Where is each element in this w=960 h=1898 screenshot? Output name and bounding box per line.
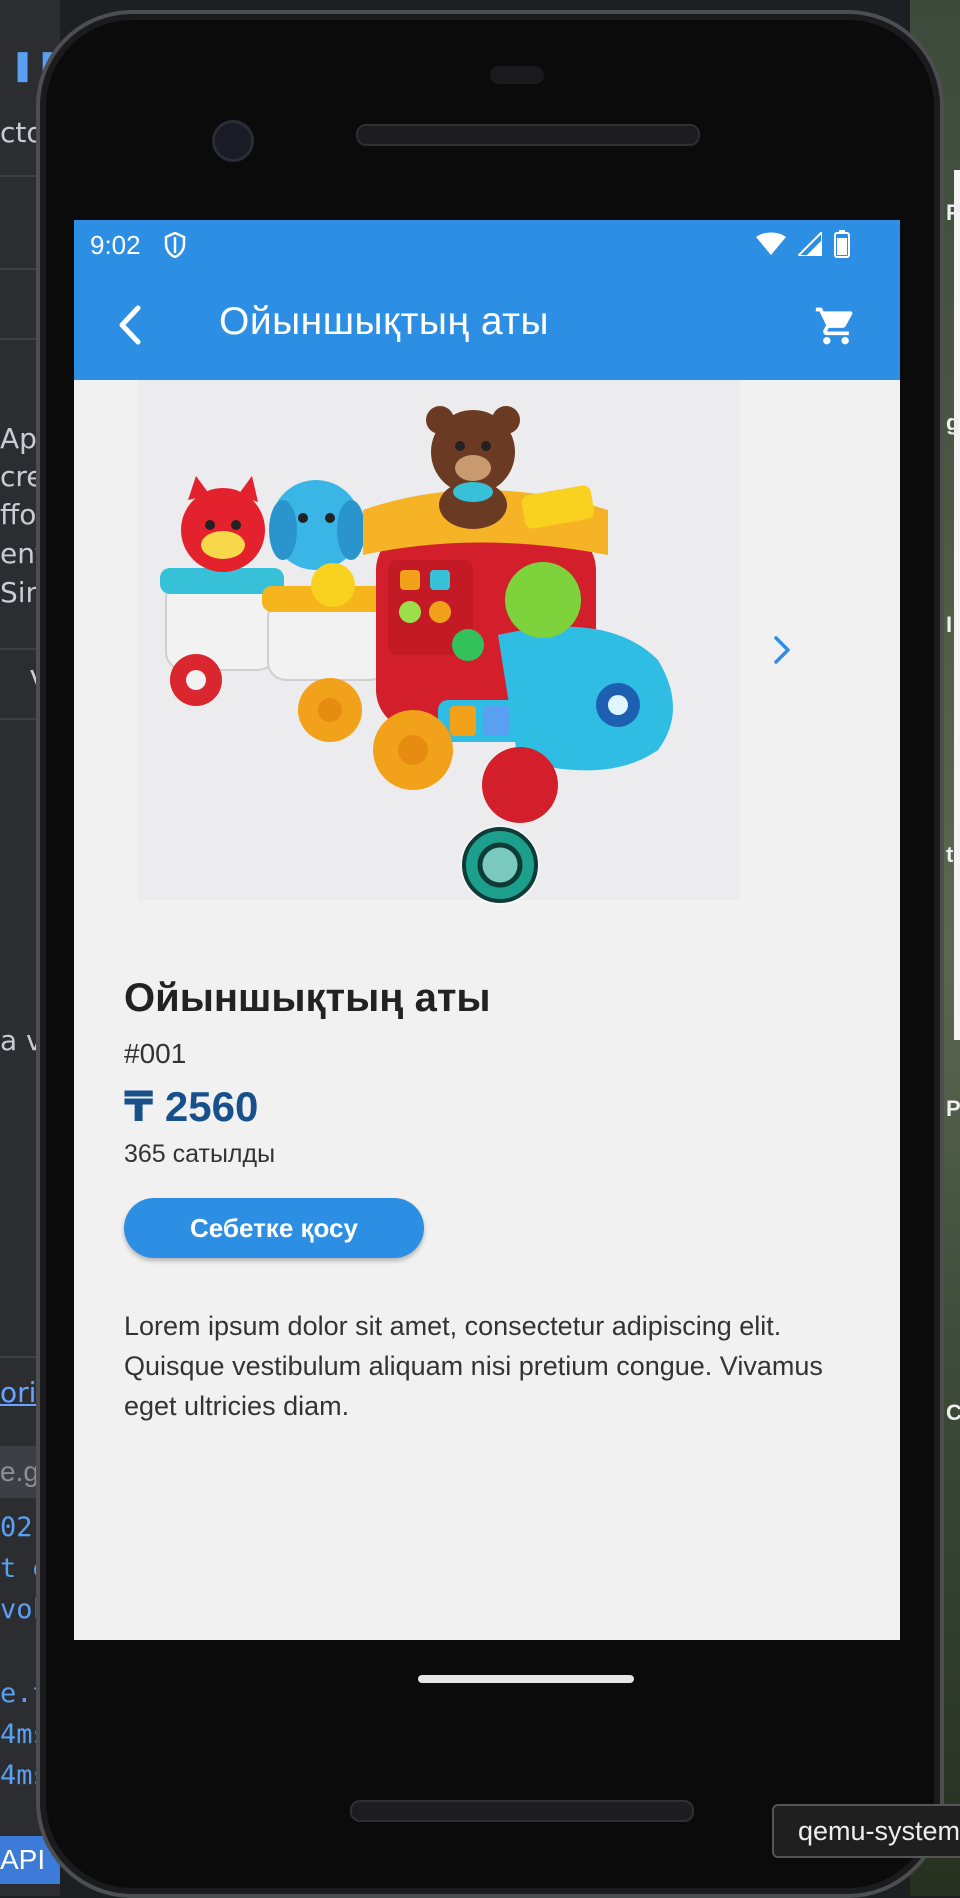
- app-bar: Ойыншықтың аты: [74, 270, 900, 380]
- desktop-text-fragment: PM: [946, 200, 960, 225]
- touch-indicator: [457, 822, 543, 913]
- product-id: #001: [124, 1038, 187, 1069]
- desktop-text-fragment: C: [946, 1400, 960, 1425]
- desktop-text-fragment: g: [946, 410, 960, 435]
- front-camera: [212, 120, 254, 162]
- window-edge: [954, 170, 960, 1040]
- status-bar: 9:02: [74, 220, 900, 270]
- product-description: Lorem ipsum dolor sit amet, consectetur …: [124, 1311, 823, 1421]
- desktop-text-fragment: t: [946, 842, 954, 867]
- speaker-grille-bottom: [350, 1800, 694, 1822]
- status-time: 9:02: [90, 230, 141, 260]
- taskbar-tooltip: qemu-system: [772, 1804, 960, 1858]
- product-name: Ойыншықтың аты: [124, 976, 491, 1020]
- chevron-right-icon: [774, 636, 790, 664]
- app-bar-title: Ойыншықтың аты: [219, 300, 550, 343]
- shopping-cart-icon: [815, 307, 853, 345]
- carousel-next-button[interactable]: [762, 630, 802, 670]
- cart-button[interactable]: [808, 298, 864, 354]
- back-button[interactable]: [104, 300, 154, 350]
- chevron-left-icon: [119, 305, 141, 345]
- desktop-text-fragment: I: [946, 612, 953, 637]
- product-image[interactable]: [138, 380, 740, 900]
- log-line: 02: [0, 1512, 33, 1543]
- wifi-icon: [756, 232, 786, 261]
- home-indicator[interactable]: [418, 1675, 634, 1683]
- shield-icon: [164, 231, 186, 263]
- earpiece: [490, 66, 544, 84]
- toy-train-illustration: [160, 406, 673, 823]
- speaker-grille-top: [356, 124, 700, 146]
- app-screen: 9:02 Ойыншықтың аты Ойыншықтың аты #001 …: [74, 220, 900, 1640]
- sold-count: 365 сатылды: [124, 1140, 276, 1168]
- product-price: ₸ 2560: [124, 1083, 259, 1130]
- battery-icon: [834, 230, 850, 263]
- add-to-cart-button[interactable]: Себетке қосу: [124, 1198, 424, 1258]
- desktop-text-fragment: PM: [946, 1096, 960, 1121]
- cellular-signal-icon: [795, 229, 823, 261]
